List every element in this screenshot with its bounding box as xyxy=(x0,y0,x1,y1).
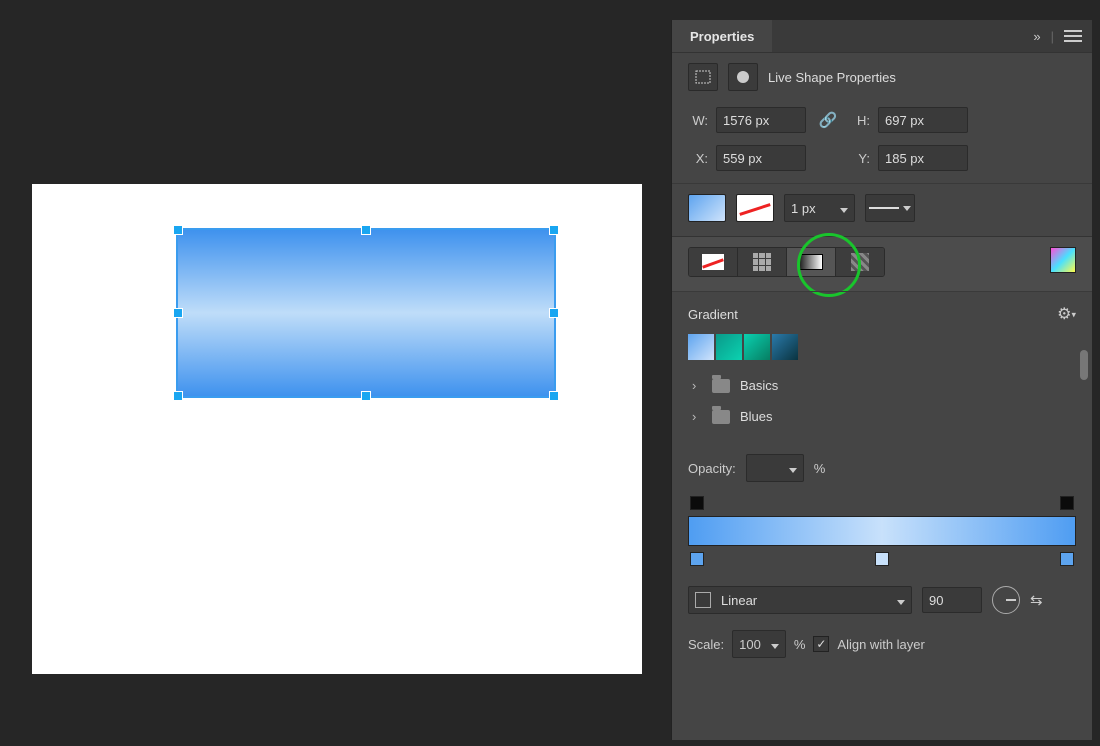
chevron-down-icon xyxy=(893,593,905,608)
resize-handle-bottom[interactable] xyxy=(361,391,371,401)
no-fill-icon xyxy=(702,254,724,270)
section-header: Live Shape Properties xyxy=(672,53,1092,101)
reverse-gradient-icon[interactable]: ⇆ xyxy=(1030,591,1043,609)
color-stops-row xyxy=(688,552,1076,566)
angle-input[interactable] xyxy=(922,587,982,613)
collapse-icon[interactable]: » xyxy=(1033,29,1040,44)
gradient-bar[interactable] xyxy=(688,516,1076,546)
scale-row: Scale: 100 % ✓ Align with layer xyxy=(672,624,1092,674)
color-picker-button[interactable] xyxy=(1050,247,1076,273)
shape-mask-icon[interactable] xyxy=(728,63,758,91)
resize-handle-tl[interactable] xyxy=(173,225,183,235)
scale-unit: % xyxy=(794,637,806,652)
gradient-preset[interactable] xyxy=(744,334,770,360)
scale-label: Scale: xyxy=(688,637,724,652)
resize-handle-left[interactable] xyxy=(173,308,183,318)
chevron-right-icon: › xyxy=(692,409,702,424)
gradient-section: Gradient ⚙︎▾ › Basics › Blues xyxy=(672,291,1092,444)
angle-dial[interactable] xyxy=(992,586,1020,614)
folder-icon xyxy=(712,379,730,393)
chevron-right-icon: › xyxy=(692,378,702,393)
folder-label: Blues xyxy=(740,409,773,424)
gradient-folder[interactable]: › Basics xyxy=(688,370,1076,401)
x-label: X: xyxy=(688,151,708,166)
dimensions-xy-row: X: Y: xyxy=(672,139,1092,183)
resize-handle-top[interactable] xyxy=(361,225,371,235)
resize-handle-right[interactable] xyxy=(549,308,559,318)
canvas-viewport[interactable] xyxy=(0,0,672,746)
gradient-icon xyxy=(799,254,823,270)
linear-type-icon xyxy=(695,592,711,608)
dimensions-wh-row: W: 🔗 H: xyxy=(672,101,1092,139)
pattern-icon xyxy=(851,253,869,271)
selected-shape[interactable] xyxy=(176,228,556,398)
shape-bounds-icon[interactable] xyxy=(688,63,718,91)
scrollbar-thumb[interactable] xyxy=(1080,350,1088,380)
opacity-stops-row xyxy=(688,496,1076,510)
properties-panel: Properties » | Live Shape Properties W: … xyxy=(672,20,1092,740)
fill-none-option[interactable] xyxy=(689,248,738,276)
gradient-preset[interactable] xyxy=(772,334,798,360)
opacity-stop[interactable] xyxy=(690,496,704,510)
panel-menu-icon[interactable] xyxy=(1064,27,1082,45)
fill-swatch[interactable] xyxy=(688,194,726,222)
scale-dropdown[interactable]: 100 xyxy=(732,630,786,658)
artboard[interactable] xyxy=(32,184,642,674)
width-input[interactable] xyxy=(716,107,806,133)
gradient-type-row: Linear ⇆ xyxy=(672,576,1092,624)
gradient-editor xyxy=(672,492,1092,576)
section-title: Live Shape Properties xyxy=(768,70,896,85)
gradient-preset[interactable] xyxy=(716,334,742,360)
align-with-layer-label: Align with layer xyxy=(837,637,924,652)
gradient-settings-icon[interactable]: ⚙︎▾ xyxy=(1057,304,1076,324)
y-input[interactable] xyxy=(878,145,968,171)
folder-icon xyxy=(712,410,730,424)
link-wh-icon[interactable]: 🔗 xyxy=(814,111,842,129)
y-label: Y: xyxy=(850,151,870,166)
gradient-preset[interactable] xyxy=(688,334,714,360)
opacity-unit: % xyxy=(814,461,826,476)
solid-grid-icon xyxy=(753,253,771,271)
resize-handle-bl[interactable] xyxy=(173,391,183,401)
color-stop[interactable] xyxy=(690,552,704,566)
gradient-type-label: Linear xyxy=(721,593,757,608)
opacity-row: Opacity: % xyxy=(672,444,1092,492)
chevron-down-icon xyxy=(767,637,779,652)
color-stop[interactable] xyxy=(875,552,889,566)
fill-solid-option[interactable] xyxy=(738,248,787,276)
resize-handle-br[interactable] xyxy=(549,391,559,401)
opacity-label: Opacity: xyxy=(688,461,736,476)
width-label: W: xyxy=(688,113,708,128)
opacity-stop[interactable] xyxy=(1060,496,1074,510)
check-icon: ✓ xyxy=(816,638,826,650)
chevron-down-icon xyxy=(785,461,797,476)
opacity-dropdown[interactable] xyxy=(746,454,804,482)
fill-pattern-option[interactable] xyxy=(836,248,884,276)
folder-label: Basics xyxy=(740,378,778,393)
stroke-width-value: 1 px xyxy=(791,201,816,216)
stroke-swatch[interactable] xyxy=(736,194,774,222)
fill-gradient-option[interactable] xyxy=(787,248,836,276)
chevron-down-icon xyxy=(836,201,848,216)
gradient-presets-row xyxy=(688,334,1076,360)
resize-handle-tr[interactable] xyxy=(549,225,559,235)
align-with-layer-checkbox[interactable]: ✓ xyxy=(813,636,829,652)
height-label: H: xyxy=(850,113,870,128)
color-stop[interactable] xyxy=(1060,552,1074,566)
scale-value: 100 xyxy=(739,637,761,652)
x-input[interactable] xyxy=(716,145,806,171)
panel-tabbar: Properties » | xyxy=(672,20,1092,53)
gradient-type-dropdown[interactable]: Linear xyxy=(688,586,912,614)
fill-type-subpanel xyxy=(672,236,1092,291)
height-input[interactable] xyxy=(878,107,968,133)
fill-type-group xyxy=(688,247,885,277)
stroke-width-dropdown[interactable]: 1 px xyxy=(784,194,855,222)
solid-line-icon xyxy=(869,207,899,209)
properties-tab[interactable]: Properties xyxy=(672,20,772,52)
divider: | xyxy=(1051,29,1054,44)
fill-stroke-row: 1 px xyxy=(672,183,1092,236)
stroke-style-dropdown[interactable] xyxy=(865,194,915,222)
gradient-title: Gradient xyxy=(688,307,738,322)
gradient-folder[interactable]: › Blues xyxy=(688,401,1076,432)
